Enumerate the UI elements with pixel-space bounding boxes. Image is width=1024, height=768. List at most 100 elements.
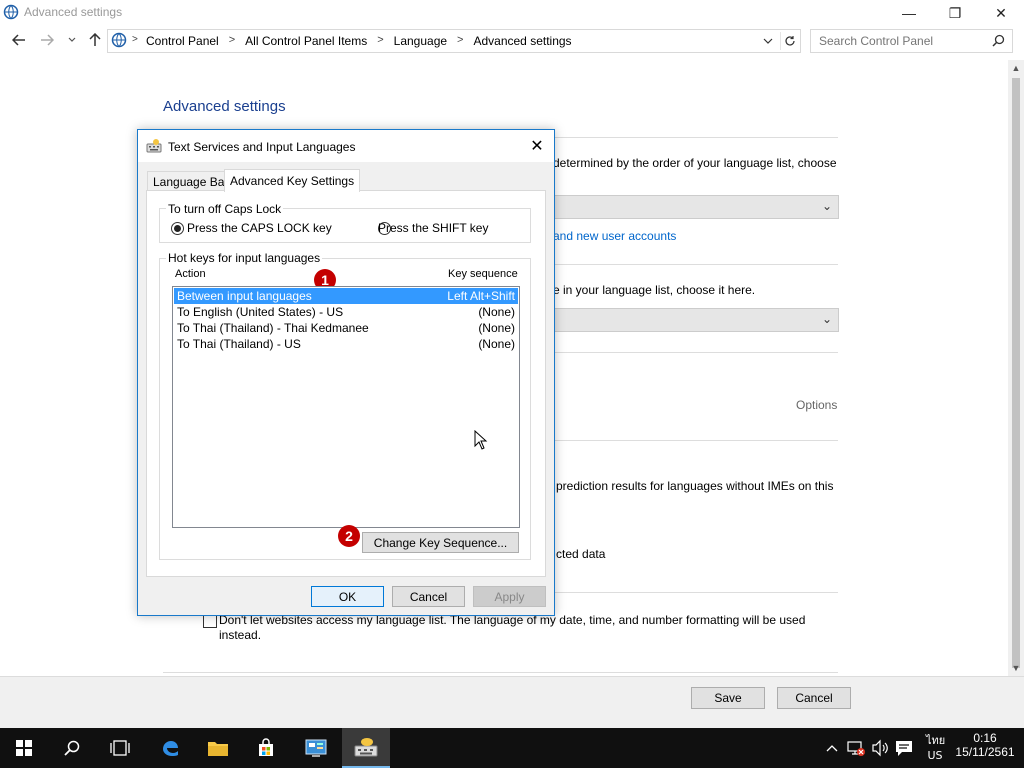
row-key: (None) — [478, 321, 515, 335]
search-icon[interactable] — [992, 34, 1005, 47]
breadcrumb-language[interactable]: Language — [390, 34, 451, 48]
control-panel-taskbar-button[interactable] — [292, 728, 340, 768]
refresh-button[interactable] — [780, 32, 799, 50]
row-key: (None) — [478, 305, 515, 319]
windows-logo-icon — [16, 740, 32, 756]
checkbox-label-line2: instead. — [219, 628, 262, 642]
search-input[interactable] — [817, 32, 991, 50]
text-services-dialog: Text Services and Input Languages ✕ Lang… — [137, 129, 555, 616]
network-disconnected-icon — [847, 741, 865, 756]
breadcrumb-advanced-settings[interactable]: Advanced settings — [469, 34, 575, 48]
action-center-button[interactable] — [894, 738, 914, 758]
change-key-sequence-button[interactable]: Change Key Sequence... — [362, 532, 519, 553]
show-hidden-icons-button[interactable] — [824, 740, 840, 756]
breadcrumb-separator-icon: > — [132, 34, 138, 45]
annotation-badge-2: 2 — [338, 525, 360, 547]
override-display-select[interactable]: ⌄ — [552, 308, 839, 332]
task-view-button[interactable] — [96, 728, 144, 768]
notification-icon — [896, 741, 912, 756]
keyboard-icon — [354, 738, 378, 757]
speaker-icon — [872, 739, 888, 757]
list-item[interactable]: To English (United States) - US (None) — [174, 304, 518, 320]
row-action: To Thai (Thailand) - Thai Kedmanee — [177, 321, 369, 335]
file-explorer-button[interactable] — [194, 728, 242, 768]
caps-lock-radio[interactable] — [171, 222, 184, 235]
start-button[interactable] — [0, 728, 48, 768]
close-window-button[interactable]: ✕ — [978, 0, 1024, 26]
ok-button[interactable]: OK — [311, 586, 384, 607]
scroll-down-icon[interactable]: ▼ — [1008, 660, 1024, 676]
network-button[interactable] — [846, 738, 866, 758]
volume-button[interactable] — [870, 738, 890, 758]
website-language-checkbox[interactable] — [203, 614, 217, 628]
mouse-cursor-icon — [474, 430, 488, 450]
save-button[interactable]: Save — [691, 687, 765, 709]
row-key: (None) — [478, 337, 515, 351]
caps-lock-radio-label[interactable]: Press the CAPS LOCK key — [187, 221, 332, 235]
breadcrumb-separator-icon: > — [228, 34, 236, 46]
forward-button[interactable] — [37, 31, 57, 49]
clock[interactable]: 0:16 15/11/2561 — [952, 731, 1018, 759]
back-arrow-icon — [12, 34, 25, 46]
scrollbar-thumb[interactable] — [1012, 78, 1020, 668]
address-dropdown-button[interactable] — [760, 33, 776, 49]
tab-language-bar[interactable]: Language Bar — [147, 171, 235, 191]
window-titlebar: Advanced settings — ❐ ✕ — [0, 0, 1024, 26]
store-button[interactable] — [242, 728, 290, 768]
chevron-up-icon — [826, 745, 838, 752]
override-input-select[interactable]: ⌄ — [552, 195, 839, 219]
divider — [163, 672, 838, 673]
minimize-icon: — — [902, 5, 916, 21]
input-language-bottom: US — [927, 749, 943, 762]
chevron-down-icon: ⌄ — [821, 312, 832, 326]
cancel-button[interactable]: Cancel — [777, 687, 851, 709]
collected-data-description: cted data — [556, 547, 606, 561]
control-panel-icon — [111, 32, 127, 48]
clock-date: 15/11/2561 — [955, 745, 1015, 759]
prediction-description: prediction results for languages without… — [556, 479, 834, 493]
search-box[interactable] — [810, 29, 1013, 53]
list-item[interactable]: To Thai (Thailand) - Thai Kedmanee (None… — [174, 320, 518, 336]
hotkey-list[interactable]: Between input languages Left Alt+Shift T… — [172, 286, 520, 528]
search-taskbar-button[interactable] — [48, 728, 96, 768]
up-button[interactable] — [85, 31, 105, 49]
apply-settings-link[interactable]: and new user accounts — [553, 229, 676, 243]
column-header-action: Action — [175, 268, 206, 280]
list-item[interactable]: Between input languages Left Alt+Shift — [174, 288, 518, 304]
options-link[interactable]: Options — [796, 398, 837, 412]
restore-button[interactable]: ❐ — [932, 0, 978, 26]
edge-button[interactable] — [146, 728, 194, 768]
vertical-scrollbar[interactable]: ▲ — [1008, 60, 1024, 676]
breadcrumb: Control Panel > All Control Panel Items … — [142, 34, 576, 48]
breadcrumb-control-panel[interactable]: Control Panel — [142, 34, 223, 48]
dialog-cancel-button[interactable]: Cancel — [392, 586, 465, 607]
scroll-up-icon[interactable]: ▲ — [1008, 60, 1024, 76]
back-button[interactable] — [9, 31, 29, 49]
hotkeys-group-label: Hot keys for input languages — [166, 251, 323, 265]
recent-locations-button[interactable] — [62, 31, 82, 49]
input-language-indicator[interactable]: ไทย US — [926, 731, 945, 762]
dialog-title: Text Services and Input Languages — [168, 140, 356, 154]
shift-radio-label[interactable]: Press the SHIFT key — [378, 221, 488, 235]
breadcrumb-all-items[interactable]: All Control Panel Items — [241, 34, 371, 48]
folder-icon — [208, 742, 228, 756]
minimize-button[interactable]: — — [886, 0, 932, 26]
apply-button[interactable]: Apply — [473, 586, 546, 607]
forward-arrow-icon — [41, 34, 54, 46]
text-services-taskbar-button[interactable] — [342, 728, 390, 768]
dialog-close-button[interactable]: ✕ — [526, 136, 548, 156]
task-view-icon — [110, 740, 130, 756]
address-bar[interactable]: > Control Panel > All Control Panel Item… — [107, 29, 801, 53]
override-display-description: e in your language list, choose it here. — [553, 283, 756, 297]
keyboard-icon — [146, 139, 162, 153]
up-arrow-icon — [89, 33, 101, 46]
row-key: Left Alt+Shift — [447, 289, 515, 303]
restore-icon: ❐ — [948, 4, 962, 21]
list-item[interactable]: To Thai (Thailand) - US (None) — [174, 336, 518, 352]
row-action: To Thai (Thailand) - US — [177, 337, 301, 351]
dialog-titlebar: Text Services and Input Languages ✕ — [138, 130, 554, 162]
tab-advanced-key-settings[interactable]: Advanced Key Settings — [224, 169, 361, 192]
page-title: Advanced settings — [163, 98, 286, 115]
breadcrumb-separator-icon: > — [457, 34, 464, 46]
caps-lock-group-label: To turn off Caps Lock — [166, 202, 284, 216]
